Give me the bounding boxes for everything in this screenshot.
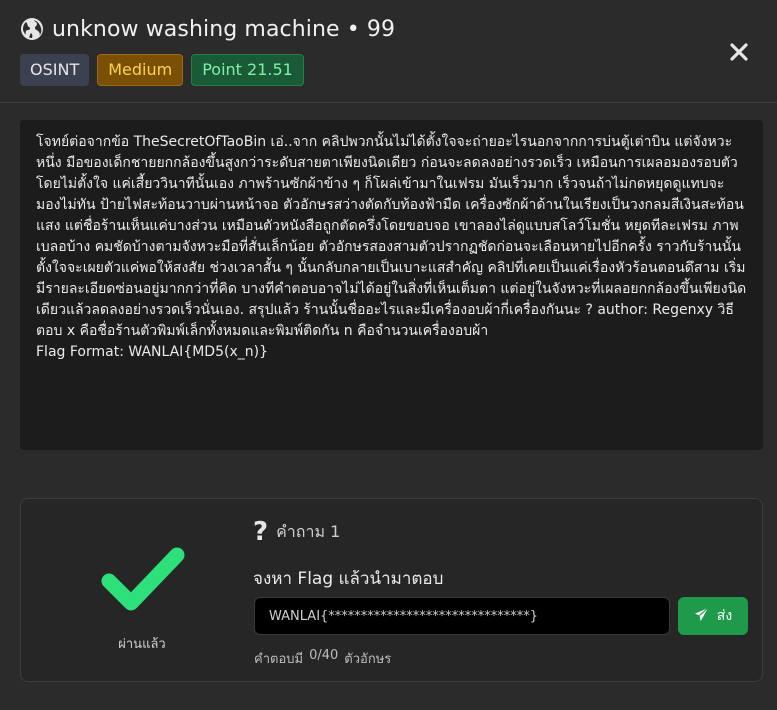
flag-input[interactable]: [254, 597, 670, 635]
difficulty-badge: Medium: [97, 54, 184, 86]
flag-format-text: Flag Format: WANLAI{MD5(x_n)}: [36, 344, 268, 360]
send-button[interactable]: ส่ง: [678, 597, 748, 635]
question-header: ? คำถาม 1: [253, 519, 340, 545]
paper-plane-icon: [694, 607, 709, 626]
badge-row: OSINT Medium Point 21.51: [20, 54, 304, 86]
globe-icon: [20, 17, 44, 41]
question-prompt: จงหา Flag แล้วนำมาตอบ: [253, 569, 444, 589]
challenge-modal: unknow washing machine • 99 OSINT Medium…: [0, 0, 777, 710]
answer-length-unit: ตัวอักษร: [344, 652, 392, 667]
solved-status: ผ่านแล้ว: [118, 637, 166, 652]
modal-header: unknow washing machine • 99 OSINT Medium…: [0, 0, 777, 103]
description-text: โจทย์ต่อจากข้อ TheSecretOfTaoBin เอ่..จา…: [36, 134, 747, 339]
answer-card: ผ่านแล้ว ? คำถาม 1 จงหา Flag แล้วนำมาตอบ…: [20, 498, 763, 682]
close-icon[interactable]: [727, 40, 751, 64]
question-icon: ?: [253, 517, 269, 547]
answer-length-label: คำตอบมี: [254, 652, 304, 667]
answer-length-info: คำตอบมี 0/40 ตัวอักษร: [254, 648, 391, 669]
title-row: unknow washing machine • 99: [20, 14, 395, 44]
question-label: คำถาม 1: [276, 521, 341, 541]
send-label: ส่ง: [716, 608, 733, 624]
check-icon: [101, 545, 185, 615]
category-badge: OSINT: [20, 54, 90, 86]
description-box: โจทย์ต่อจากข้อ TheSecretOfTaoBin เอ่..จา…: [20, 120, 763, 450]
answer-length-value: 0/40: [309, 648, 339, 663]
challenge-title: unknow washing machine • 99: [52, 16, 396, 42]
points-badge: Point 21.51: [191, 54, 304, 86]
